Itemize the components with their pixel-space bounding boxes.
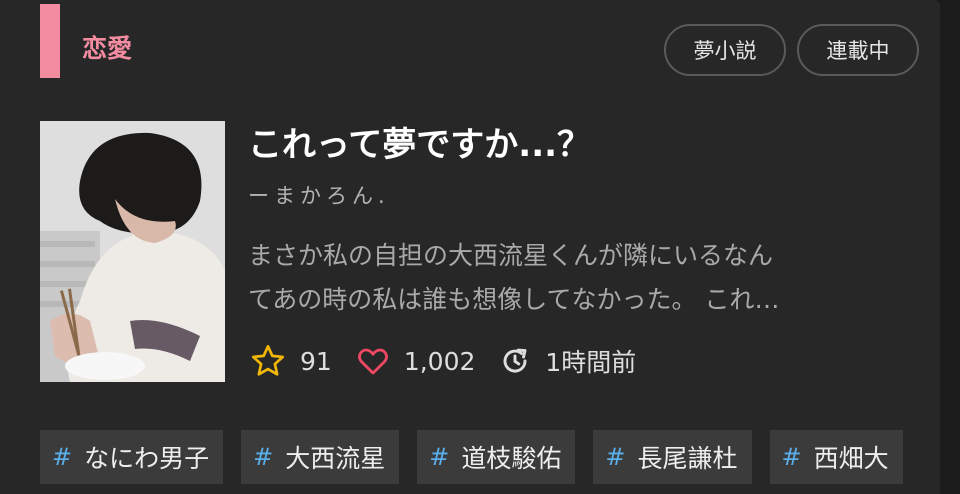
updated-time: 1時間前	[545, 348, 637, 377]
hash-icon: #	[253, 443, 274, 471]
tag-label: 長尾謙杜	[637, 444, 738, 473]
genre-accent-bar	[40, 4, 60, 78]
tag-list: # なにわ男子 # 大西流星 # 道枝駿佑 # 長尾謙杜 # 西畑大	[40, 430, 921, 484]
heart-stat: 1,002	[356, 344, 476, 378]
story-thumbnail[interactable]	[40, 121, 225, 382]
tag-label: 道枝駿佑	[461, 444, 562, 473]
hash-icon: #	[781, 443, 802, 471]
star-stat: 91	[250, 343, 332, 379]
category-chip[interactable]: 夢小説	[664, 24, 786, 76]
person-photo-thumbnail	[40, 121, 225, 382]
tag-chip[interactable]: # 道枝駿佑	[417, 430, 576, 484]
heart-count: 1,002	[403, 346, 476, 376]
star-count: 91	[300, 346, 332, 376]
status-chip[interactable]: 連載中	[797, 24, 919, 76]
tag-label: なにわ男子	[84, 444, 210, 473]
tag-chip[interactable]: # 大西流星	[241, 430, 400, 484]
refresh-clock-icon	[503, 348, 527, 373]
story-stats: 91 1,002 1時間前	[250, 338, 660, 384]
author-name[interactable]: ーまかろん.	[248, 180, 390, 212]
tag-chip[interactable]: # なにわ男子	[40, 430, 224, 484]
tag-label: 西畑大	[813, 444, 889, 473]
description-line: まさか私の自担の大西流星くんが隣にいるなん	[248, 241, 774, 270]
updated-stat: 1時間前	[499, 343, 636, 379]
story-title[interactable]: これって夢ですか...？	[248, 122, 591, 168]
genre-label: 恋愛	[82, 34, 133, 63]
heart-icon	[357, 348, 388, 375]
tag-label: 大西流星	[285, 444, 386, 473]
tag-chip[interactable]: # 西畑大	[769, 430, 903, 484]
story-description: まさか私の自担の大西流星くんが隣にいるなん てあの時の私は誰も想像してなかった。…	[248, 234, 908, 322]
hash-icon: #	[52, 443, 73, 471]
hash-icon: #	[429, 443, 450, 471]
star-icon	[251, 344, 285, 376]
tag-chip[interactable]: # 長尾謙杜	[593, 430, 752, 484]
description-line: てあの時の私は誰も想像してなかった。 これ…	[248, 285, 780, 314]
hash-icon: #	[605, 443, 626, 471]
story-card[interactable]: 恋愛 夢小説 連載中 これって夢ですか...？ ーまかろん. まさか私の自担の大…	[0, 0, 940, 494]
